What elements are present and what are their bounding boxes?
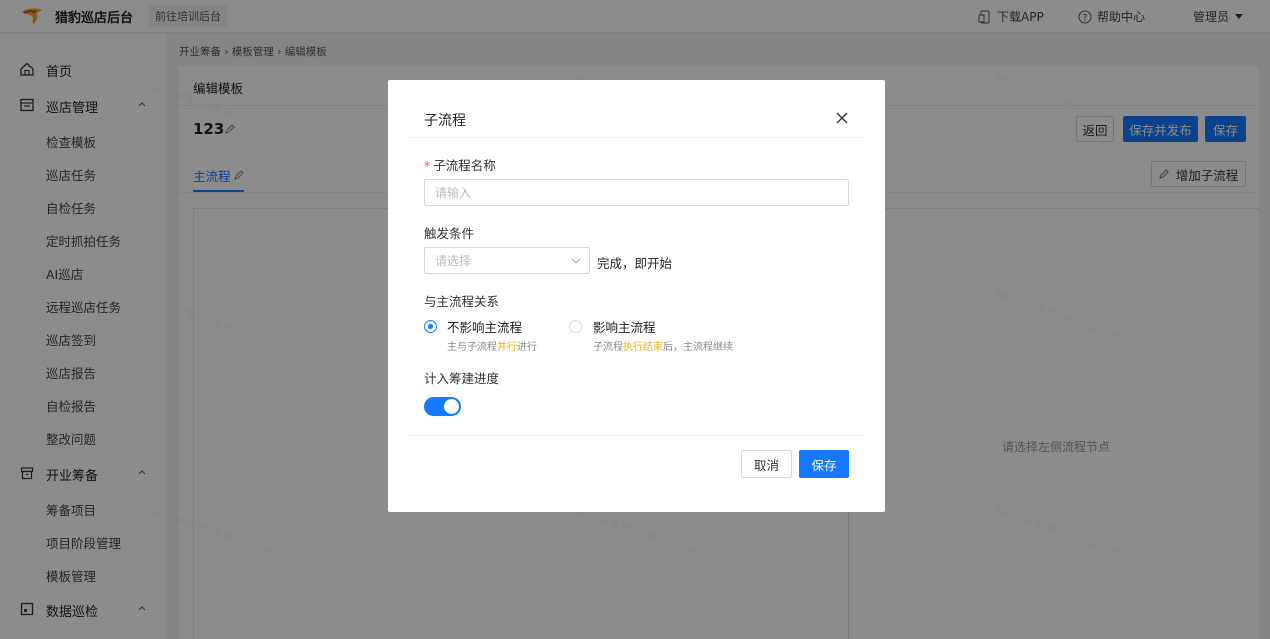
subflow-name-input[interactable]: 请输入: [424, 179, 849, 206]
radio-no-effect-label[interactable]: 不影响主流程: [447, 317, 522, 336]
radio-effect[interactable]: [569, 320, 582, 333]
trigger-condition-select[interactable]: 请选择: [424, 247, 590, 274]
trigger-condition-label: 触发条件: [424, 226, 475, 241]
modal-header-divider: [408, 137, 865, 138]
trigger-suffix-text: 完成，即开始: [597, 256, 673, 271]
radio-effect-desc: 子流程执行结束后，主流程继续: [593, 338, 733, 353]
radio-no-effect[interactable]: [424, 320, 437, 333]
subflow-name-placeholder: 请输入: [435, 186, 472, 200]
desc-highlight: 并行: [497, 342, 517, 353]
modal-save-button[interactable]: 保存: [799, 450, 849, 478]
required-asterisk: *: [424, 158, 431, 173]
subflow-name-label-text: 子流程名称: [433, 158, 496, 173]
subflow-modal: 子流程 * 子流程名称 请输入 触发条件 请选择 完成，即开始 与主流程关系 不影…: [388, 80, 885, 512]
progress-toggle[interactable]: [424, 397, 461, 416]
modal-footer-divider: [408, 435, 865, 436]
cancel-button[interactable]: 取消: [741, 450, 792, 478]
relation-label: 与主流程关系: [424, 294, 500, 309]
trigger-select-placeholder: 请选择: [435, 254, 472, 268]
modal-title: 子流程: [424, 113, 466, 129]
desc-text: 主与子流程: [447, 342, 497, 353]
desc-highlight: 执行结束: [623, 342, 663, 353]
close-icon[interactable]: [835, 111, 849, 125]
toggle-knob: [444, 399, 459, 414]
desc-text: 后，主流程继续: [663, 342, 733, 353]
desc-text: 进行: [517, 342, 537, 353]
radio-effect-label[interactable]: 影响主流程: [593, 317, 656, 336]
subflow-name-label: * 子流程名称: [424, 155, 496, 174]
radio-no-effect-desc: 主与子流程并行进行: [447, 338, 537, 353]
desc-text: 子流程: [593, 342, 623, 353]
chevron-down-icon: [571, 258, 581, 264]
progress-label: 计入筹建进度: [424, 371, 500, 386]
